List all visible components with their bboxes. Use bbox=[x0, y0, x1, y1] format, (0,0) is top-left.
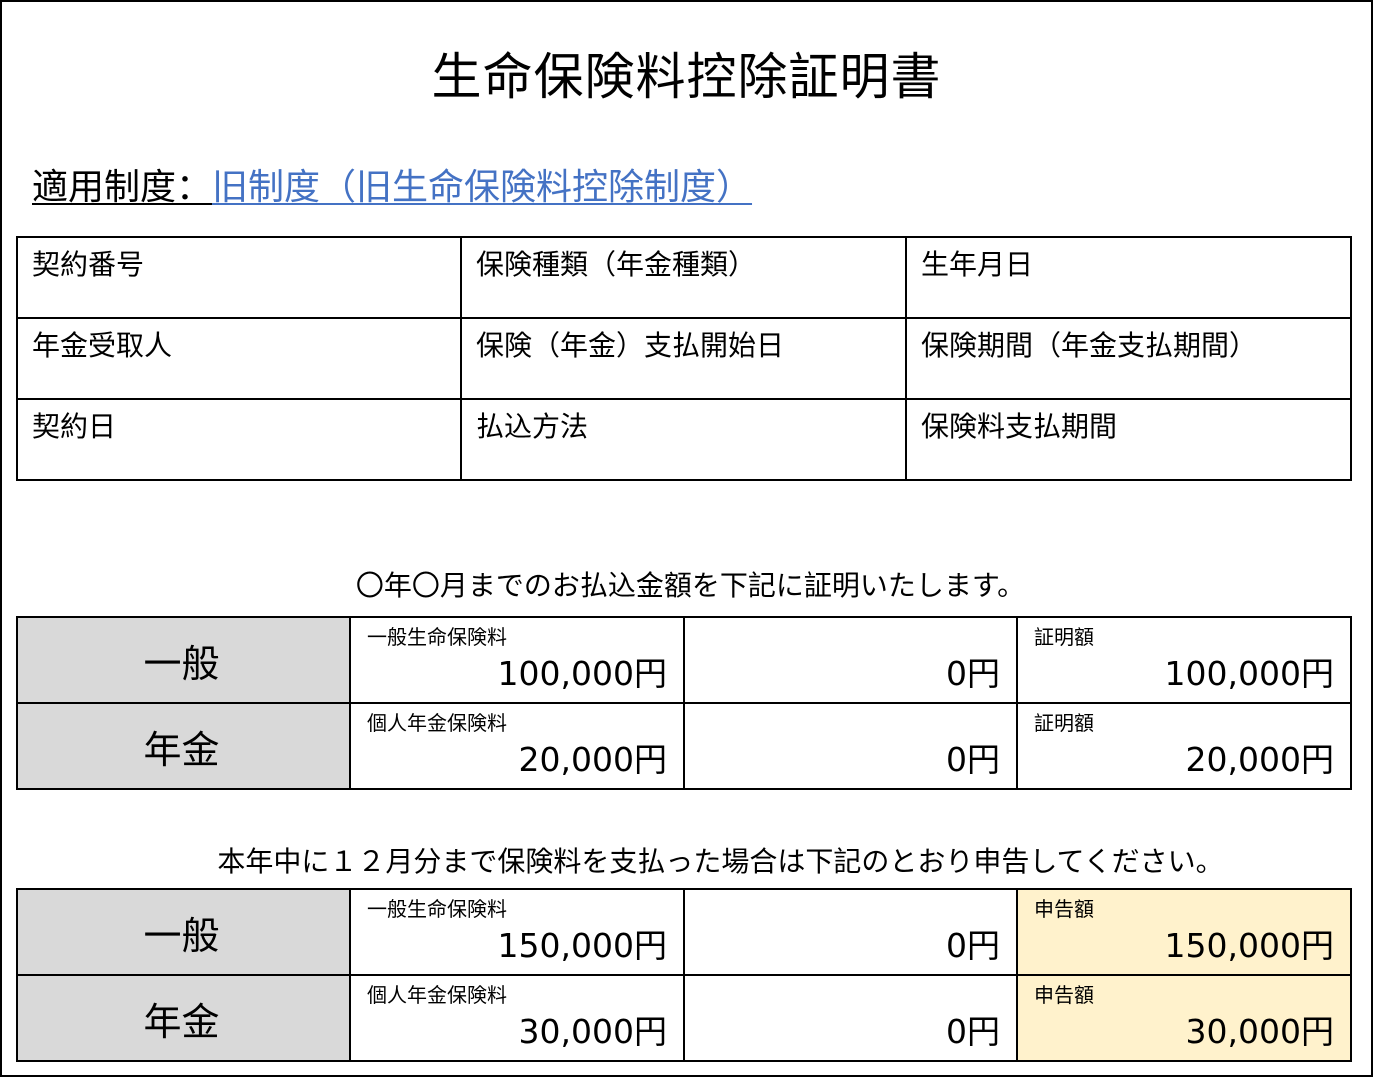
declared-amount-value: 30,000円 bbox=[1185, 1012, 1334, 1051]
insurance-period-cell: 保険期間（年金支払期間） bbox=[905, 317, 1352, 400]
premium-value: 30,000円 bbox=[518, 1012, 667, 1051]
premium-payment-period-cell: 保険料支払期間 bbox=[905, 398, 1352, 481]
applied-system: 適用制度：旧制度（旧生命保険料控除制度） bbox=[32, 164, 752, 212]
premium-value: 20,000円 bbox=[518, 740, 667, 779]
category-label: 年金 bbox=[143, 999, 220, 1044]
table-row: 年金受取人 保険（年金）支払開始日 保険期間（年金支払期間） bbox=[16, 317, 1352, 400]
premium-cell: 一般生命保険料 150,000円 bbox=[349, 888, 685, 976]
table-row: 一般 一般生命保険料 100,000円 0円 証明額 100,000円 bbox=[16, 616, 1352, 704]
declared-amount-value: 150,000円 bbox=[1164, 926, 1334, 965]
premium-label: 一般生命保険料 bbox=[367, 625, 507, 649]
declaration-amount-table: 一般 一般生命保険料 150,000円 0円 申告額 150,000円 年金 個… bbox=[16, 888, 1352, 1062]
other-cell: 0円 bbox=[683, 974, 1018, 1062]
certified-amount-label: 証明額 bbox=[1034, 711, 1094, 735]
payment-start-date-cell: 保険（年金）支払開始日 bbox=[460, 317, 907, 400]
other-value: 0円 bbox=[946, 654, 1000, 693]
category-label: 一般 bbox=[143, 913, 220, 958]
insurance-type-cell: 保険種類（年金種類） bbox=[460, 236, 907, 319]
certification-note: 〇年〇月までのお払込金額を下記に証明いたします。 bbox=[355, 569, 1026, 602]
certified-amount-cell: 証明額 100,000円 bbox=[1016, 616, 1352, 704]
other-value: 0円 bbox=[946, 926, 1000, 965]
contract-number-cell: 契約番号 bbox=[16, 236, 462, 319]
other-value: 0円 bbox=[946, 1012, 1000, 1051]
premium-value: 100,000円 bbox=[497, 654, 667, 693]
declared-amount-cell: 申告額 30,000円 bbox=[1016, 974, 1352, 1062]
other-cell: 0円 bbox=[683, 616, 1018, 704]
category-label: 一般 bbox=[143, 641, 220, 686]
other-value: 0円 bbox=[946, 740, 1000, 779]
premium-cell: 個人年金保険料 20,000円 bbox=[349, 702, 685, 790]
declared-amount-label: 申告額 bbox=[1034, 897, 1094, 921]
other-cell: 0円 bbox=[683, 888, 1018, 976]
premium-label: 個人年金保険料 bbox=[367, 983, 507, 1007]
premium-cell: 個人年金保険料 30,000円 bbox=[349, 974, 685, 1062]
premium-cell: 一般生命保険料 100,000円 bbox=[349, 616, 685, 704]
applied-system-link[interactable]: 旧制度（旧生命保険料控除制度） bbox=[212, 167, 752, 208]
birth-date-cell: 生年月日 bbox=[905, 236, 1352, 319]
contract-info-table: 契約番号 保険種類（年金種類） 生年月日 年金受取人 保険（年金）支払開始日 保… bbox=[16, 236, 1352, 481]
declaration-note: 本年中に１２月分まで保険料を支払った場合は下記のとおり申告してください。 bbox=[217, 845, 1224, 878]
annuity-recipient-cell: 年金受取人 bbox=[16, 317, 462, 400]
category-cell: 一般 bbox=[16, 888, 351, 976]
table-row: 年金 個人年金保険料 30,000円 0円 申告額 30,000円 bbox=[16, 974, 1352, 1062]
premium-value: 150,000円 bbox=[497, 926, 667, 965]
category-cell: 年金 bbox=[16, 974, 351, 1062]
premium-label: 一般生命保険料 bbox=[367, 897, 507, 921]
certified-amount-cell: 証明額 20,000円 bbox=[1016, 702, 1352, 790]
other-cell: 0円 bbox=[683, 702, 1018, 790]
page-title: 生命保険料控除証明書 bbox=[431, 48, 942, 106]
certified-amount-value: 20,000円 bbox=[1185, 740, 1334, 779]
applied-system-label: 適用制度： bbox=[32, 167, 213, 208]
certificate-page: 生命保険料控除証明書 適用制度：旧制度（旧生命保険料控除制度） 契約番号 保険種… bbox=[0, 0, 1373, 1077]
declared-amount-label: 申告額 bbox=[1034, 983, 1094, 1007]
certified-amount-value: 100,000円 bbox=[1164, 654, 1334, 693]
table-row: 一般 一般生命保険料 150,000円 0円 申告額 150,000円 bbox=[16, 888, 1352, 976]
table-row: 年金 個人年金保険料 20,000円 0円 証明額 20,000円 bbox=[16, 702, 1352, 790]
category-cell: 年金 bbox=[16, 702, 351, 790]
contract-date-cell: 契約日 bbox=[16, 398, 462, 481]
category-cell: 一般 bbox=[16, 616, 351, 704]
payment-method-cell: 払込方法 bbox=[460, 398, 907, 481]
certified-amount-table: 一般 一般生命保険料 100,000円 0円 証明額 100,000円 年金 個… bbox=[16, 616, 1352, 790]
table-row: 契約番号 保険種類（年金種類） 生年月日 bbox=[16, 236, 1352, 319]
premium-label: 個人年金保険料 bbox=[367, 711, 507, 735]
declared-amount-cell: 申告額 150,000円 bbox=[1016, 888, 1352, 976]
certified-amount-label: 証明額 bbox=[1034, 625, 1094, 649]
category-label: 年金 bbox=[143, 727, 220, 772]
table-row: 契約日 払込方法 保険料支払期間 bbox=[16, 398, 1352, 481]
